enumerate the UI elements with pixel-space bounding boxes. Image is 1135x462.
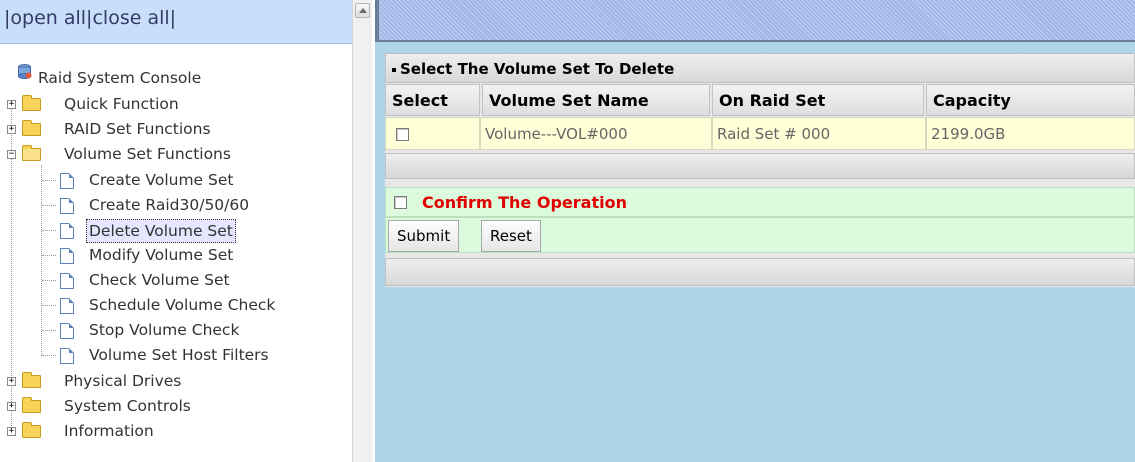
separator-bar: [385, 153, 1135, 179]
select-volume-checkbox[interactable]: [396, 128, 409, 141]
page-icon: [60, 273, 74, 289]
page-icon: [60, 198, 74, 214]
footer-bar: [385, 258, 1135, 286]
close-all-link[interactable]: close all|: [92, 7, 176, 29]
tree-item-raid-set-functions[interactable]: + RAID Set Functions: [0, 118, 350, 140]
expand-icon[interactable]: +: [7, 100, 16, 109]
expand-icon[interactable]: +: [7, 402, 16, 411]
tree-connector: [42, 230, 56, 231]
tree-item-create-volume-set[interactable]: Create Volume Set: [0, 169, 350, 191]
column-header-capacity: Capacity: [926, 84, 1135, 116]
tree-connector: [42, 205, 56, 206]
raid-console-icon: [18, 64, 32, 79]
tree-item-modify-volume-set[interactable]: Modify Volume Set: [0, 244, 350, 266]
folder-icon: [22, 397, 41, 413]
expand-icon[interactable]: +: [7, 427, 16, 436]
folder-open-icon: [22, 145, 41, 161]
tree-item-system-controls[interactable]: + System Controls: [0, 395, 350, 417]
column-header-on-raid-set: On Raid Set: [712, 84, 924, 116]
content-frame: Select The Volume Set To Delete Select V…: [375, 0, 1135, 462]
button-row: Submit Reset: [385, 217, 1135, 253]
tree-item-label: Information: [64, 422, 154, 440]
delete-volume-form: Select The Volume Set To Delete Select V…: [385, 53, 1135, 287]
open-all-link[interactable]: |open all|: [4, 7, 92, 29]
tree-connector: [42, 280, 56, 281]
tree-connector: [42, 255, 56, 256]
volume-name-cell: Volume---VOL#000: [480, 117, 712, 150]
page-icon: [60, 248, 74, 264]
page-icon: [60, 173, 74, 189]
tree-item-label: System Controls: [64, 397, 191, 415]
tree-item-stop-volume-check[interactable]: Stop Volume Check: [0, 319, 350, 341]
tree-item-label: Volume Set Functions: [64, 145, 231, 163]
tree-item-label: Modify Volume Set: [89, 246, 234, 264]
tree-item-delete-volume-set[interactable]: Delete Volume Set: [0, 219, 350, 243]
folder-icon: [22, 120, 41, 136]
submit-button[interactable]: Submit: [388, 220, 460, 252]
tree-header: |open all|close all|: [0, 0, 352, 44]
tree-item-create-raid30-50-60[interactable]: Create Raid30/50/60: [0, 194, 350, 216]
confirm-operation-checkbox[interactable]: [394, 196, 407, 209]
form-title: Select The Volume Set To Delete: [400, 60, 675, 78]
table-row: Volume---VOL#000 Raid Set # 000 2199.0GB: [385, 117, 1135, 150]
confirm-operation-label: Confirm The Operation: [422, 193, 627, 212]
folder-icon: [22, 95, 41, 111]
column-header-select: Select: [385, 84, 480, 116]
select-cell: [385, 117, 480, 150]
capacity-cell: 2199.0GB: [926, 117, 1135, 150]
tree-connector: [42, 180, 56, 181]
folder-icon: [22, 422, 41, 438]
column-header-volume-set-name: Volume Set Name: [482, 84, 710, 116]
tree-item-label: Physical Drives: [64, 372, 182, 390]
tree-item-physical-drives[interactable]: + Physical Drives: [0, 370, 350, 392]
tree-item-label: Check Volume Set: [89, 271, 230, 289]
tree-item-label: Create Volume Set: [89, 171, 234, 189]
tree-item-label: Stop Volume Check: [89, 321, 240, 339]
collapse-icon[interactable]: −: [7, 150, 16, 159]
bullet-icon: [392, 67, 396, 72]
tree-connector: [42, 330, 56, 331]
page-icon: [60, 298, 74, 314]
reset-button[interactable]: Reset: [481, 220, 541, 252]
tree-item-quick-function[interactable]: + Quick Function: [0, 93, 350, 115]
content-header-bar: [375, 0, 1135, 42]
tree-item-label: Schedule Volume Check: [89, 296, 276, 314]
tree-item-information[interactable]: + Information: [0, 420, 350, 442]
tree-item-volume-set-functions[interactable]: − Volume Set Functions: [0, 143, 350, 165]
table-header: Select Volume Set Name On Raid Set Capac…: [385, 84, 1135, 116]
tree-connector: [42, 305, 56, 306]
tree-item-check-volume-set[interactable]: Check Volume Set: [0, 269, 350, 291]
page-icon: [60, 323, 74, 339]
scroll-up-icon[interactable]: [355, 3, 370, 18]
expand-icon[interactable]: +: [7, 377, 16, 386]
expand-icon[interactable]: +: [7, 125, 16, 134]
raid-set-cell: Raid Set # 000: [712, 117, 926, 150]
tree-connector: [42, 355, 56, 356]
tree-item-label: RAID Set Functions: [64, 120, 211, 138]
navigation-tree-frame: |open all|close all| Raid System Console…: [0, 0, 372, 462]
tree-item-label: Quick Function: [64, 95, 179, 113]
tree-item-label: Create Raid30/50/60: [89, 196, 250, 214]
confirm-row: Confirm The Operation: [385, 187, 1135, 217]
tree-item-volume-set-host-filters[interactable]: Volume Set Host Filters: [0, 344, 350, 366]
tree-item-schedule-volume-check[interactable]: Schedule Volume Check: [0, 294, 350, 316]
folder-icon: [22, 372, 41, 388]
tree-item-label: Volume Set Host Filters: [89, 346, 269, 364]
page-icon: [60, 223, 74, 239]
tree-item-label-selected: Delete Volume Set: [86, 219, 236, 243]
tree-root-label: Raid System Console: [38, 69, 202, 87]
page-icon: [60, 348, 74, 364]
form-title-bar: Select The Volume Set To Delete: [385, 53, 1135, 83]
tree-scrollbar[interactable]: [352, 0, 372, 462]
